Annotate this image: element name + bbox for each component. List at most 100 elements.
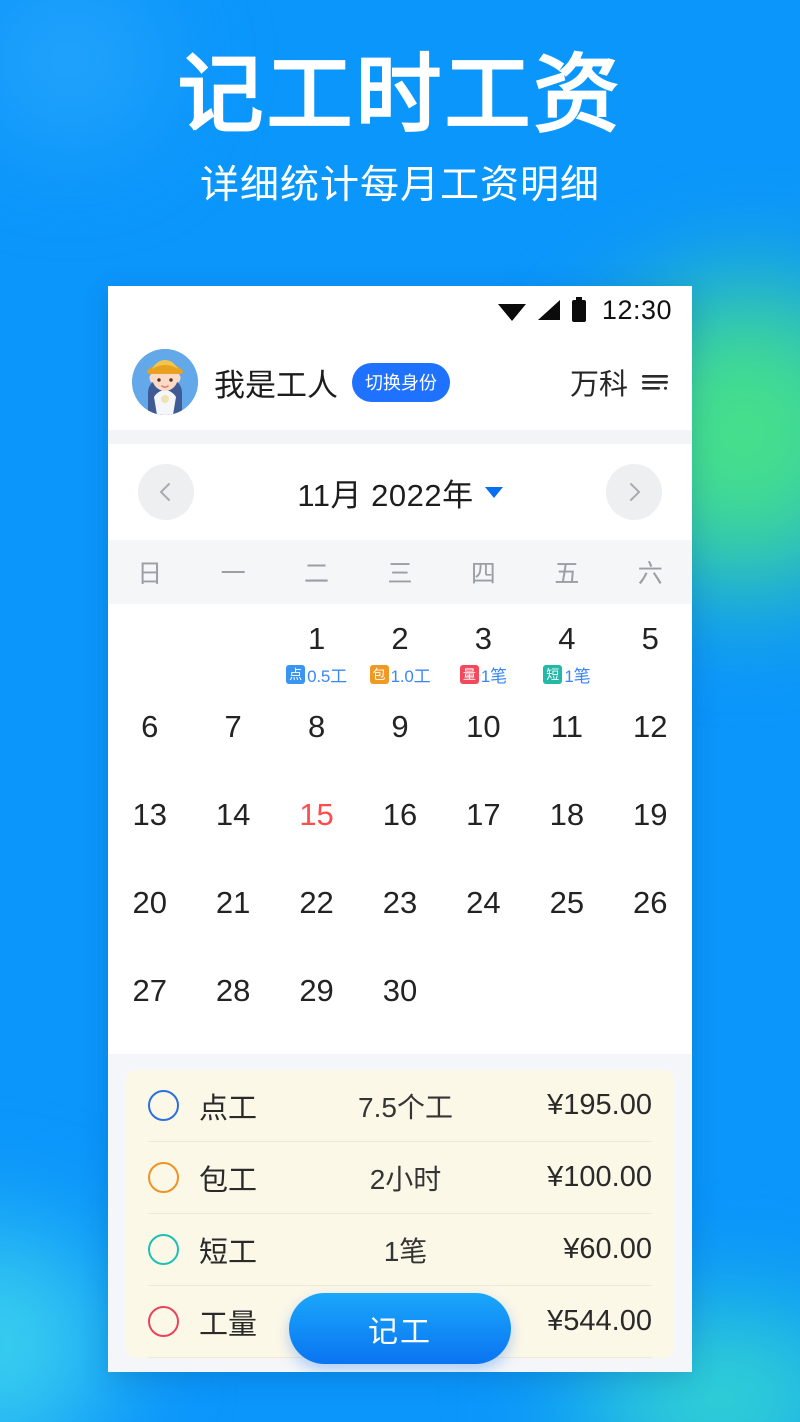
summary-panel-wrap: 点工 7.5个工 ¥195.00 包工 2小时 ¥100.00 短工 1笔 ¥60.00 工量 ¥5… bbox=[108, 1054, 692, 1372]
calendar-day-number: 3 bbox=[474, 621, 493, 656]
summary-row[interactable]: 包工 2小时 ¥100.00 bbox=[148, 1142, 652, 1214]
chevron-left-icon bbox=[160, 483, 170, 501]
calendar-day-cell[interactable]: 29 bbox=[275, 966, 358, 1054]
background-blob-cyan-left bbox=[0, 1215, 120, 1422]
hero-subtitle: 详细统计每月工资明细 bbox=[199, 163, 600, 208]
status-bar-time: 12:30 bbox=[601, 294, 672, 325]
calendar-day-number: 4 bbox=[558, 621, 576, 656]
record-work-button[interactable]: 记工 bbox=[289, 1293, 511, 1364]
summary-row-quantity: 2小时 bbox=[369, 1163, 442, 1195]
calendar-day-cell[interactable]: 17 bbox=[442, 790, 525, 878]
summary-row-amount: ¥100.00 bbox=[547, 1161, 652, 1193]
next-month-button[interactable] bbox=[605, 464, 662, 520]
calendar-day-number-today: 15 bbox=[299, 797, 334, 832]
switch-identity-button[interactable]: 切换身份 bbox=[352, 362, 450, 402]
weekday-header: 日一二三四五六 bbox=[108, 540, 692, 604]
summary-ring-icon bbox=[148, 1234, 179, 1265]
calendar-day-cell[interactable]: 25 bbox=[525, 878, 608, 966]
summary-row[interactable]: 短工 1笔 ¥60.00 bbox=[148, 1214, 652, 1286]
calendar-day-cell[interactable]: 26 bbox=[609, 878, 692, 966]
calendar-day-cell[interactable]: 9 bbox=[358, 702, 441, 790]
month-label: 11月 2022年 bbox=[297, 477, 474, 513]
calendar-day-cell[interactable]: 19 bbox=[609, 790, 692, 878]
calendar-blank-cell bbox=[191, 614, 274, 702]
calendar-day-cell[interactable]: 4 短 1笔 bbox=[525, 614, 608, 702]
weekday-label: 五 bbox=[554, 560, 580, 588]
calendar-day-cell[interactable]: 23 bbox=[358, 878, 441, 966]
calendar-day-cell[interactable]: 20 bbox=[108, 878, 191, 966]
summary-ring-icon bbox=[148, 1090, 179, 1121]
section-divider bbox=[108, 430, 692, 444]
phone-mockup: 12:30 我是工人 切换身份 万科 11月 2022年 日 一 二 三 四 五… bbox=[108, 286, 692, 1372]
calendar-day-cell[interactable]: 8 bbox=[275, 702, 358, 790]
calendar-day-number: 28 bbox=[215, 973, 251, 1008]
calendar-day-cell[interactable]: 15 bbox=[275, 790, 358, 878]
calendar-day-tag: 点 0.5工 bbox=[286, 662, 347, 687]
calendar-day-number: 18 bbox=[549, 797, 585, 832]
summary-row-label: 短工 bbox=[199, 1236, 258, 1269]
chevron-right-icon bbox=[629, 483, 640, 501]
calendar-day-cell[interactable]: 12 bbox=[609, 702, 692, 790]
hero-text-block: 记工时工资 详细统计每月工资明细 bbox=[0, 52, 800, 205]
calendar-day-cell[interactable]: 24 bbox=[442, 878, 525, 966]
summary-row-amount: ¥195.00 bbox=[547, 1089, 652, 1121]
weekday-label: 日 bbox=[137, 560, 163, 588]
weekday-label: 一 bbox=[220, 560, 246, 588]
summary-row-label: 包工 bbox=[199, 1164, 258, 1197]
calendar-day-cell[interactable]: 10 bbox=[442, 702, 525, 790]
calendar-tag-badge: 点 bbox=[286, 665, 306, 684]
prev-month-button[interactable] bbox=[138, 464, 194, 520]
calendar-day-cell[interactable]: 28 bbox=[191, 966, 274, 1054]
calendar-day-cell[interactable]: 30 bbox=[358, 966, 441, 1054]
calendar-grid: 1 点 0.5工 2 包 1.0工 3 量 1笔 4 短 1笔 5 6 7 8 9 10 11 12 13 14 15 16 1… bbox=[108, 604, 692, 1054]
worker-avatar-icon[interactable] bbox=[132, 349, 198, 415]
calendar-day-cell[interactable]: 6 bbox=[108, 702, 191, 790]
signal-icon bbox=[537, 300, 560, 320]
calendar-day-number: 19 bbox=[633, 797, 668, 832]
calendar-day-cell[interactable]: 16 bbox=[358, 790, 441, 878]
calendar-day-cell[interactable]: 27 bbox=[108, 966, 191, 1054]
summary-ring-icon bbox=[148, 1306, 179, 1337]
battery-icon bbox=[571, 297, 586, 322]
calendar-day-number: 9 bbox=[391, 709, 409, 744]
calendar-tag-badge: 包 bbox=[369, 665, 389, 684]
summary-row-quantity: 1笔 bbox=[383, 1235, 428, 1267]
summary-row[interactable]: 点工 7.5个工 ¥195.00 bbox=[148, 1070, 652, 1142]
calendar-day-number: 23 bbox=[382, 885, 418, 920]
summary-row-label: 点工 bbox=[199, 1092, 258, 1125]
calendar-tag-text: 1.0工 bbox=[390, 667, 431, 686]
calendar-day-cell[interactable]: 7 bbox=[191, 702, 274, 790]
calendar-day-cell[interactable]: 5 bbox=[609, 614, 692, 702]
calendar-day-cell[interactable]: 11 bbox=[525, 702, 608, 790]
calendar-day-number: 5 bbox=[641, 621, 659, 656]
calendar-day-cell[interactable]: 3 量 1笔 bbox=[442, 614, 525, 702]
calendar-day-number: 30 bbox=[382, 973, 418, 1008]
calendar-day-tag: 包 1.0工 bbox=[369, 662, 431, 687]
calendar-day-tag: 短 1笔 bbox=[543, 662, 591, 687]
calendar-day-cell[interactable]: 14 bbox=[191, 790, 274, 878]
hamburger-menu-icon[interactable] bbox=[640, 369, 670, 395]
calendar-day-cell[interactable]: 1 点 0.5工 bbox=[275, 614, 358, 702]
promo-screenshot: 记工时工资 详细统计每月工资明细 12:30 我是工人 切换身份 万科 11月 … bbox=[0, 0, 800, 1422]
summary-ring-icon bbox=[148, 1162, 179, 1193]
weekday-label: 四 bbox=[470, 560, 496, 588]
status-bar: 12:30 bbox=[108, 286, 692, 334]
calendar-day-cell[interactable]: 2 包 1.0工 bbox=[358, 614, 441, 702]
calendar-day-cell[interactable]: 18 bbox=[525, 790, 608, 878]
calendar-day-number: 25 bbox=[549, 885, 585, 920]
calendar-day-cell[interactable]: 21 bbox=[191, 878, 274, 966]
caret-down-icon bbox=[484, 486, 503, 498]
wifi-icon bbox=[497, 304, 526, 321]
summary-row-quantity: 7.5个工 bbox=[358, 1091, 453, 1123]
calendar-day-tag: 量 1笔 bbox=[459, 662, 507, 687]
summary-row-amount: ¥544.00 bbox=[547, 1305, 652, 1337]
calendar-day-cell[interactable]: 22 bbox=[275, 878, 358, 966]
company-name: 万科 bbox=[569, 369, 628, 401]
calendar-day-number: 22 bbox=[299, 885, 334, 920]
calendar-day-cell[interactable]: 13 bbox=[108, 790, 191, 878]
month-navigation: 11月 2022年 bbox=[108, 444, 692, 540]
month-selector[interactable]: 11月 2022年 bbox=[297, 470, 503, 515]
calendar-day-number: 6 bbox=[141, 709, 159, 744]
calendar-day-number: 11 bbox=[550, 709, 583, 744]
calendar-blank-cell bbox=[108, 614, 191, 702]
